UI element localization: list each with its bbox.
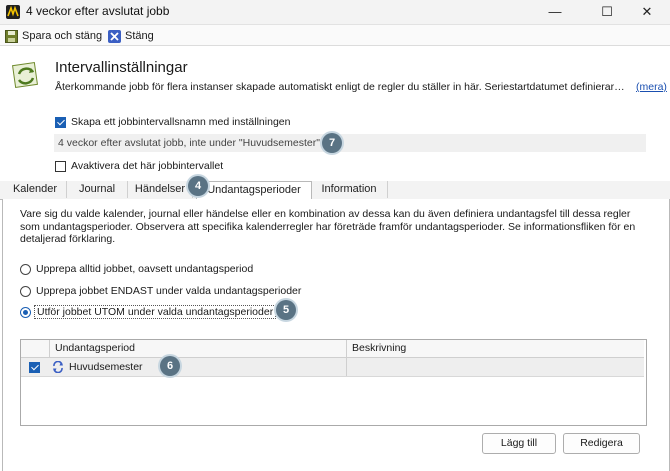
row-period-name: Huvudsemester: [69, 361, 143, 373]
tab-undantagsperioder[interactable]: Undantagsperioder: [196, 181, 312, 201]
radio-except-during[interactable]: [20, 307, 31, 318]
close-x-icon: [108, 29, 121, 43]
window-title: 4 veckor efter avslutat jobb: [26, 4, 170, 18]
row-checkbox[interactable]: [29, 362, 40, 373]
radio-always-repeat-label: Upprepa alltid jobbet, oavsett undantags…: [36, 263, 254, 275]
radio-only-during[interactable]: [20, 286, 31, 297]
more-link[interactable]: (mera): [636, 81, 667, 93]
close-label: Stäng: [125, 30, 154, 42]
radio-always-repeat[interactable]: [20, 264, 31, 275]
exceptions-description: Vare sig du valde kalender, journal elle…: [20, 208, 636, 245]
tab-kalender[interactable]: Kalender: [4, 181, 67, 198]
add-button[interactable]: Lägg till: [482, 433, 556, 454]
deactivate-label: Avaktivera det här jobbintervallet: [71, 160, 224, 172]
edit-button[interactable]: Redigera: [563, 433, 640, 454]
step-badge-6: 6: [160, 356, 180, 376]
close-button[interactable]: Stäng: [108, 28, 154, 44]
step-badge-5: 5: [276, 300, 296, 320]
save-icon: [5, 29, 18, 43]
interval-settings-icon: [12, 62, 38, 88]
create-name-label: Skapa ett jobbintervallsnamn med inställ…: [71, 116, 291, 128]
step-badge-4: 4: [188, 176, 208, 196]
interval-name-field[interactable]: 4 veckor efter avslutat jobb, inte under…: [54, 134, 646, 152]
column-divider: [346, 358, 347, 376]
radio-except-during-label: Utför jobbet UTOM under valda undantagsp…: [34, 305, 277, 319]
column-header-description[interactable]: Beskrivning: [346, 340, 644, 357]
save-and-close-label: Spara och stäng: [22, 30, 103, 42]
column-header-period[interactable]: Undantagsperiod: [49, 340, 346, 357]
tab-handelser[interactable]: Händelser: [128, 181, 193, 198]
recurring-icon: [53, 361, 63, 373]
deactivate-checkbox[interactable]: [55, 161, 66, 172]
section-description: Återkommande jobb för flera instanser sk…: [55, 81, 625, 93]
save-and-close-button[interactable]: Spara och stäng: [5, 28, 102, 44]
minimize-button[interactable]: —: [532, 0, 578, 24]
app-logo-icon: [6, 5, 20, 19]
radio-only-during-label: Upprepa jobbet ENDAST under valda undant…: [36, 285, 302, 297]
section-title: Intervallinställningar: [55, 59, 188, 76]
step-badge-7: 7: [322, 133, 342, 153]
tab-journal[interactable]: Journal: [67, 181, 128, 198]
create-name-checkbox[interactable]: [55, 117, 66, 128]
close-window-button[interactable]: ✕: [624, 0, 670, 24]
tab-information[interactable]: Information: [311, 181, 388, 198]
